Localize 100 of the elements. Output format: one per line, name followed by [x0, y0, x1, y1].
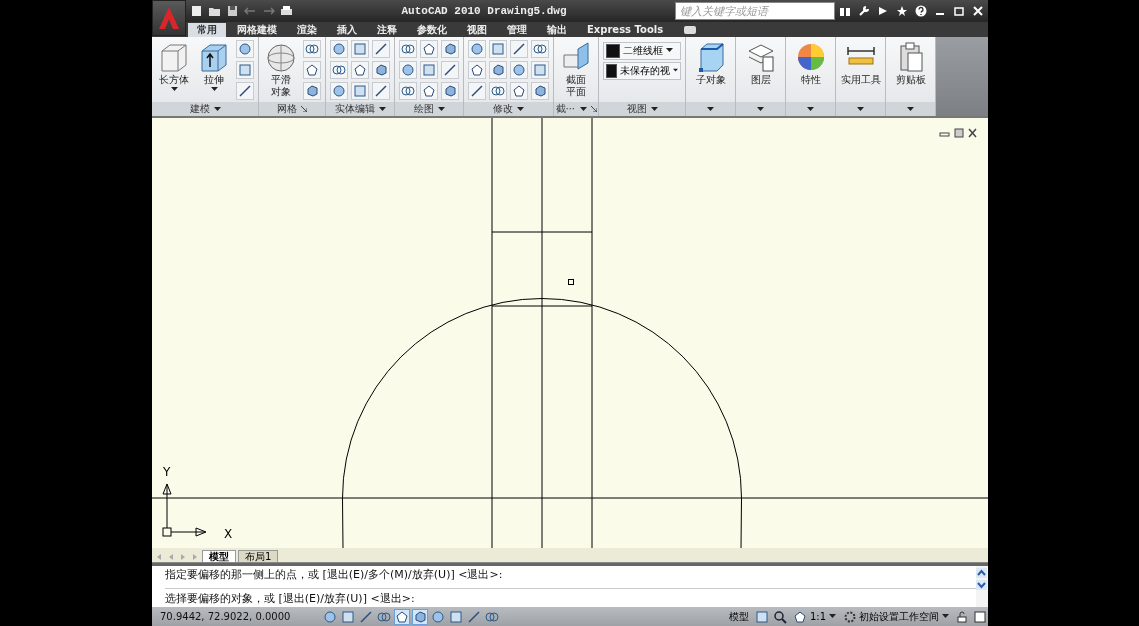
tool-button[interactable] [372, 39, 390, 58]
pentagon-icon [512, 83, 526, 98]
drawing-canvas[interactable]: Y X [152, 118, 988, 549]
restore-button[interactable] [953, 128, 964, 139]
scroll-up-button[interactable] [976, 568, 987, 579]
tool-button[interactable] [399, 60, 417, 79]
undo-icon[interactable] [244, 5, 257, 17]
view-dropdown[interactable]: 二维线框 [603, 41, 681, 60]
tool-button[interactable] [303, 39, 321, 58]
tool-button[interactable] [399, 39, 417, 58]
tool-button[interactable] [468, 39, 486, 58]
launcher-icon[interactable] [301, 106, 307, 113]
ribbon-tab[interactable]: 参数化 [408, 22, 456, 37]
layout-tab[interactable]: 模型 [202, 550, 236, 563]
cube-icon [413, 609, 427, 624]
drafting-toggle[interactable] [322, 608, 338, 625]
layout-tab[interactable]: 布局1 [238, 550, 279, 563]
tool-button[interactable] [468, 81, 486, 100]
workspace-dropdown[interactable]: 初始设置工作空间 [841, 609, 952, 624]
view-dropdown[interactable]: 未保存的视 [603, 61, 681, 80]
tool-button[interactable] [510, 39, 528, 58]
help-icon[interactable] [915, 5, 927, 17]
ribbon-tab[interactable]: 视图 [458, 22, 496, 37]
line-icon [512, 41, 526, 56]
tool-button[interactable] [531, 81, 549, 100]
ribbon-tab[interactable]: Express Tools [578, 22, 673, 37]
document-icon[interactable] [190, 5, 203, 17]
ribbon-button[interactable]: 图层 [742, 39, 779, 87]
ribbon-tab[interactable]: 渲染 [288, 22, 326, 37]
tool-button[interactable] [330, 81, 348, 100]
panel-title[interactable]: 视图 [626, 102, 647, 117]
ribbon-button[interactable]: 拉伸 [196, 39, 232, 93]
print-icon[interactable] [280, 5, 293, 17]
panel-title[interactable]: 建模 [189, 102, 210, 117]
clean-screen-icon[interactable] [972, 608, 988, 625]
close-button[interactable] [967, 128, 978, 139]
tool-button[interactable] [489, 81, 507, 100]
tool-button[interactable] [399, 81, 417, 100]
tool-button[interactable] [330, 39, 348, 58]
cube-icon [491, 62, 505, 77]
tool-button[interactable] [420, 81, 438, 100]
ribbon-button[interactable]: 子对象 [692, 39, 729, 87]
ribbon-tab[interactable]: 管理 [498, 22, 536, 37]
wrench-icon[interactable] [858, 5, 870, 17]
tool-button[interactable] [510, 81, 528, 100]
close-icon[interactable] [972, 5, 984, 17]
annotation-scale[interactable]: 1:1 [789, 609, 839, 624]
ribbon-button[interactable]: 截面平面 [558, 39, 594, 99]
redo-icon[interactable] [262, 5, 275, 17]
star-icon[interactable] [896, 5, 908, 17]
ribbon-button[interactable]: 平滑对象 [263, 39, 299, 99]
line-icon [359, 609, 373, 624]
ribbon-tab[interactable]: 网格建模 [228, 22, 286, 37]
ribbon-tab[interactable]: 注释 [368, 22, 406, 37]
tool-button[interactable] [468, 60, 486, 79]
toggle-icon[interactable] [684, 25, 697, 34]
drafting-toggle[interactable] [358, 608, 374, 625]
tool-button[interactable] [489, 60, 507, 79]
tool-button[interactable] [303, 60, 321, 79]
tool-button[interactable] [531, 39, 549, 58]
tool-button[interactable] [441, 39, 459, 58]
tool-button[interactable] [236, 39, 254, 58]
tool-button[interactable] [372, 81, 390, 100]
tool-button[interactable] [351, 60, 369, 79]
drafting-toggle[interactable] [412, 608, 428, 625]
axis-label: X [224, 527, 233, 542]
tool-button[interactable] [303, 81, 321, 100]
zoom-icon[interactable] [771, 608, 788, 625]
search-field[interactable]: 键入关键字或短语 [675, 2, 835, 20]
tool-button[interactable] [441, 81, 459, 100]
panel-title[interactable]: 网格 [277, 102, 297, 117]
drafting-toggle[interactable] [340, 608, 356, 625]
drafting-toggle[interactable] [466, 608, 482, 625]
ribbon-button[interactable]: 剪贴板 [892, 39, 929, 87]
ribbon-tab[interactable]: 常用 [188, 22, 226, 37]
lock-icon[interactable] [954, 608, 970, 625]
restore-icon[interactable] [953, 5, 965, 17]
ribbon-tab[interactable]: 插入 [328, 22, 366, 37]
launcher-icon[interactable] [590, 106, 597, 113]
drafting-toggle[interactable] [394, 608, 410, 625]
save-icon[interactable] [226, 5, 239, 17]
panel-title[interactable]: 绘图 [413, 102, 434, 117]
tool-button[interactable] [236, 81, 254, 100]
ribbon-tab[interactable]: 输出 [538, 22, 576, 37]
ribbon-button[interactable]: 实用工具 [838, 39, 883, 87]
folder-icon[interactable] [208, 5, 221, 17]
panel-title[interactable]: 修改 [493, 102, 513, 117]
scroll-down-button[interactable] [976, 580, 987, 591]
ribbon-button[interactable]: 特性 [792, 39, 829, 87]
model-button[interactable]: 模型 [725, 609, 752, 624]
tool-button[interactable] [441, 60, 459, 79]
drafting-toggle[interactable] [448, 608, 464, 625]
tool-button[interactable] [372, 60, 390, 79]
drafting-toggle[interactable] [430, 608, 446, 625]
panel-title[interactable]: 截⋯ [555, 102, 576, 117]
ribbon-button[interactable]: 长方体 [156, 39, 192, 93]
tool-button[interactable] [510, 60, 528, 79]
panel-title[interactable]: 实体编辑 [334, 102, 375, 117]
tool-button[interactable] [330, 60, 348, 79]
tool-button[interactable] [420, 39, 438, 58]
